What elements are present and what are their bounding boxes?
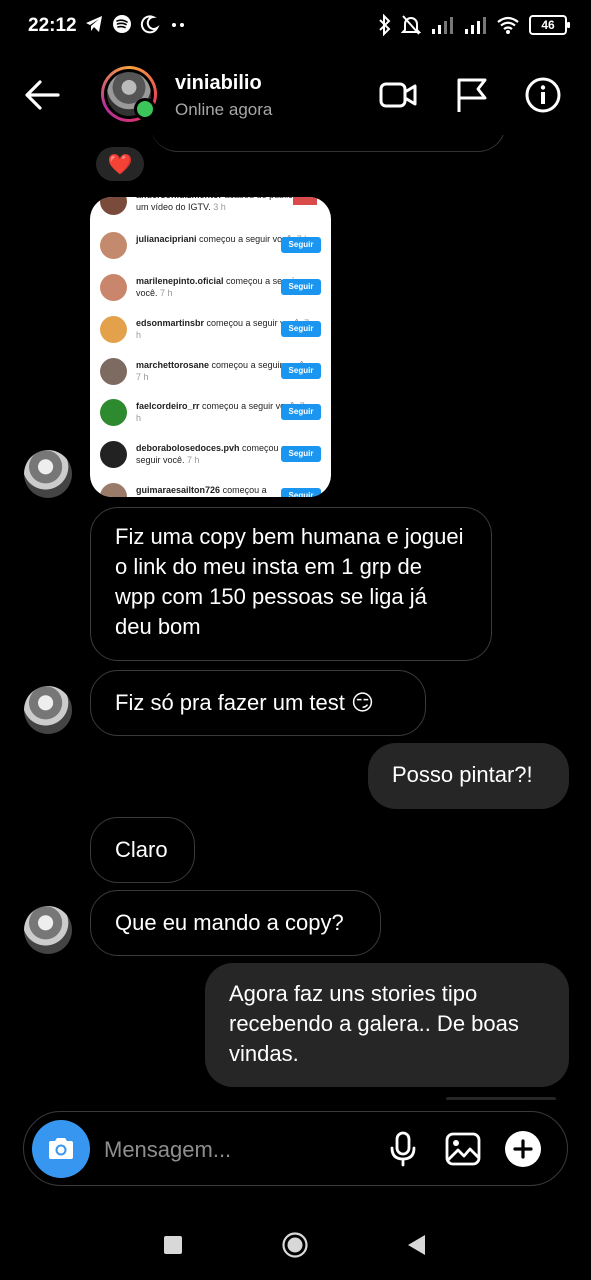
chat-header: viniabilio Online agora — [0, 55, 591, 135]
notification-avatar — [100, 358, 127, 385]
notification-avatar — [100, 441, 127, 468]
battery-indicator: 46 — [529, 15, 570, 35]
notification-avatar — [100, 274, 127, 301]
follow-button: Seguir — [281, 321, 321, 337]
next-message-edge — [446, 1097, 556, 1100]
notification-row: julianacipriani começou a seguir você. 7… — [90, 225, 331, 267]
gallery-icon[interactable] — [444, 1130, 482, 1168]
notification-row: marchettorosane começou a seguir você. 7… — [90, 351, 331, 393]
plus-icon[interactable] — [504, 1130, 542, 1168]
message-bubble[interactable]: Que eu mando a copy? — [90, 890, 381, 956]
message-text: Que eu mando a copy? — [115, 910, 344, 935]
message-bubble-sent[interactable]: Agora faz uns stories tipo recebendo a g… — [205, 963, 569, 1087]
notification-avatar — [100, 232, 127, 259]
recent-apps-button[interactable] — [164, 1236, 182, 1254]
notification-time: 7 h — [160, 288, 173, 298]
back-arrow-icon[interactable] — [22, 77, 62, 113]
contact-status: Online agora — [175, 100, 273, 119]
notification-time: 3 h — [213, 202, 226, 212]
sender-avatar[interactable] — [24, 686, 72, 734]
camera-button[interactable] — [32, 1120, 90, 1178]
notification-row: marilenepinto.oficial começou a seguir v… — [90, 267, 331, 309]
follow-button: Seguir — [281, 363, 321, 379]
notification-message: começou a — [222, 485, 267, 495]
message-bubble[interactable]: Fiz só pra fazer um test 😏 — [90, 670, 426, 736]
notification-row: guimaraesailton726 começou a Seguir — [90, 476, 331, 497]
online-indicator — [134, 98, 156, 120]
message-text: Posso pintar?! — [392, 762, 533, 787]
notification-row: edsonmartinsbr começou a seguir você. 7 … — [90, 309, 331, 351]
microphone-icon[interactable] — [384, 1130, 422, 1168]
moon-icon — [140, 15, 160, 34]
notification-username: edsonmartinsbr — [136, 318, 205, 328]
notification-row: andersonluizmentor acabou de publicar um… — [90, 197, 331, 223]
notification-time: 7 h — [187, 455, 200, 465]
message-bubble[interactable]: Claro — [90, 817, 195, 883]
message-input[interactable] — [102, 1134, 366, 1166]
sender-avatar[interactable] — [24, 906, 72, 954]
message-composer — [23, 1111, 568, 1186]
video-call-icon[interactable] — [378, 75, 418, 115]
flag-icon[interactable] — [452, 75, 492, 115]
contact-username[interactable]: viniabilio — [175, 72, 262, 95]
notification-username: andersonluizmentor — [136, 197, 222, 200]
camera-icon — [49, 1138, 73, 1159]
follow-button: Seguir — [281, 488, 321, 497]
notification-avatar — [100, 483, 127, 497]
notification-username: guimaraesailton726 — [136, 485, 221, 495]
bluetooth-icon — [379, 14, 391, 36]
notification-message: começou a seguir você. — [199, 234, 295, 244]
notification-time: 7 h — [136, 372, 149, 382]
status-bar: 22:12 46 — [0, 0, 591, 52]
telegram-icon — [86, 16, 102, 32]
signal-icon-2 — [465, 17, 486, 34]
system-navigation-bar — [0, 1200, 591, 1280]
shared-screenshot-image[interactable]: andersonluizmentor acabou de publicar um… — [90, 197, 331, 497]
sender-avatar[interactable] — [24, 450, 72, 498]
notification-row: faelcordeiro_rr começou a seguir você. 7… — [90, 392, 331, 434]
video-thumbnail — [293, 197, 317, 205]
notification-text: andersonluizmentor acabou de publicar um… — [136, 197, 312, 213]
notification-avatar — [100, 197, 127, 215]
notification-username: marilenepinto.oficial — [136, 276, 224, 286]
message-text: Fiz só pra fazer um test 😏 — [115, 690, 374, 715]
info-icon[interactable] — [523, 75, 563, 115]
follow-button: Seguir — [281, 237, 321, 253]
notification-username: faelcordeiro_rr — [136, 401, 200, 411]
back-nav-button[interactable] — [407, 1234, 427, 1256]
message-bubble-sent[interactable]: Posso pintar?! — [368, 743, 569, 809]
heart-reaction[interactable]: ❤️ — [96, 147, 144, 181]
message-text: Claro — [115, 837, 168, 862]
heart-icon: ❤️ — [107, 153, 133, 176]
previous-message-bubble — [150, 135, 506, 152]
notification-username: julianacipriani — [136, 234, 197, 244]
status-time: 22:12 — [28, 15, 77, 36]
notification-avatar — [100, 399, 127, 426]
follow-button: Seguir — [281, 446, 321, 462]
message-text: Fiz uma copy bem humana e joguei o link … — [115, 524, 464, 639]
spotify-icon — [113, 15, 131, 33]
message-thread[interactable]: ❤️ andersonluizmentor acabou de publicar… — [0, 135, 591, 1100]
signal-icon-1 — [432, 17, 453, 34]
system-icons: 46 — [378, 14, 570, 36]
notification-username: marchettorosane — [136, 360, 210, 370]
wifi-icon — [497, 16, 519, 34]
notification-avatar — [100, 316, 127, 343]
muted-bell-icon — [401, 15, 421, 35]
message-bubble[interactable]: Fiz uma copy bem humana e joguei o link … — [90, 507, 492, 661]
follow-button: Seguir — [281, 404, 321, 420]
more-dots-icon — [172, 23, 184, 27]
home-button[interactable] — [282, 1232, 308, 1258]
message-text: Agora faz uns stories tipo recebendo a g… — [229, 981, 519, 1066]
follow-button: Seguir — [281, 279, 321, 295]
notification-username: deborabolosedoces.pvh — [136, 443, 240, 453]
notification-icons — [84, 14, 188, 34]
notification-row: deborabolosedoces.pvh começou a seguir v… — [90, 434, 331, 476]
